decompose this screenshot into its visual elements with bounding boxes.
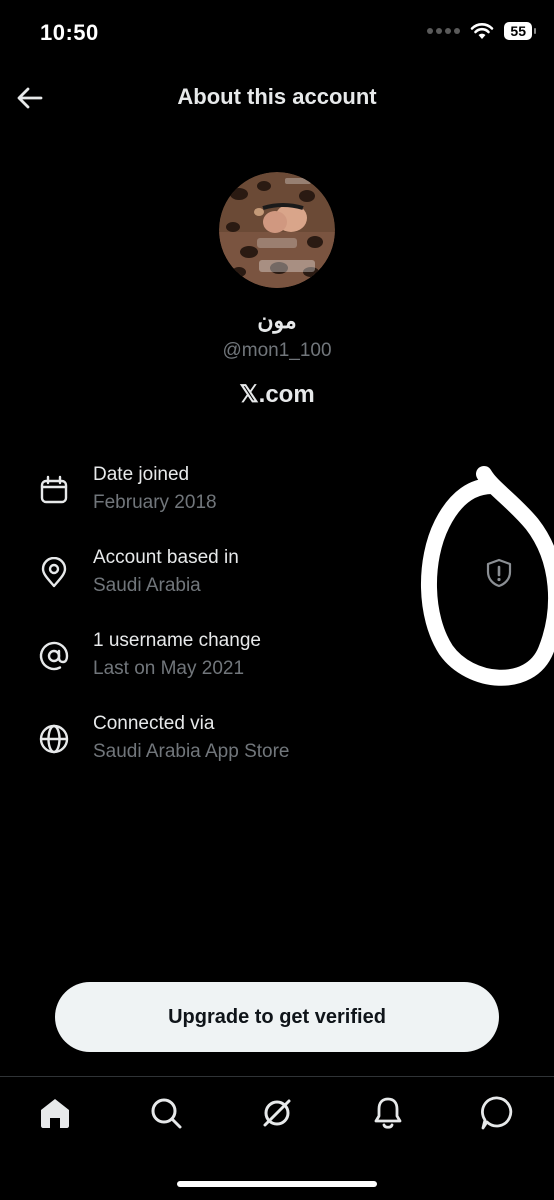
username: @mon1_100 <box>222 340 332 361</box>
grok-icon[interactable] <box>257 1093 297 1133</box>
location-pin-icon <box>41 557 67 588</box>
cellular-signal-icon <box>427 28 461 34</box>
info-title: Date joined <box>93 464 190 485</box>
status-bar: 10:50 55 <box>0 0 554 70</box>
avatar[interactable] <box>219 172 335 288</box>
notifications-icon[interactable] <box>368 1093 408 1133</box>
info-value: Saudi Arabia <box>93 575 201 596</box>
home-indicator <box>177 1181 377 1187</box>
site-label: 𝕏.com <box>239 381 315 408</box>
info-row-connected-via: Connected via Saudi Arabia App Store <box>0 709 554 779</box>
calendar-icon <box>40 475 68 504</box>
status-icons: 55 <box>427 22 536 40</box>
battery-indicator: 55 <box>504 22 536 40</box>
shield-alert-icon[interactable] <box>484 557 514 589</box>
messages-icon[interactable] <box>478 1093 518 1133</box>
header: About this account <box>0 70 554 126</box>
info-row-account-based-in: Account based in Saudi Arabia <box>0 543 554 613</box>
wifi-icon <box>471 23 494 39</box>
info-title: Connected via <box>93 713 215 734</box>
at-sign-icon <box>39 641 69 671</box>
globe-icon <box>39 724 69 754</box>
info-title: 1 username change <box>93 630 261 651</box>
info-value: Saudi Arabia App Store <box>93 741 290 762</box>
upgrade-verified-button[interactable]: Upgrade to get verified <box>55 982 499 1052</box>
display-name: مون <box>257 308 297 333</box>
status-time: 10:50 <box>40 20 99 45</box>
info-value: February 2018 <box>93 492 217 513</box>
info-value: Last on May 2021 <box>93 658 245 679</box>
search-icon[interactable] <box>146 1093 186 1133</box>
home-icon[interactable] <box>35 1093 75 1133</box>
info-title: Account based in <box>93 547 239 568</box>
info-row-date-joined: Date joined February 2018 <box>0 460 554 530</box>
page-title: About this account <box>177 84 377 109</box>
info-row-username-change: 1 username change Last on May 2021 <box>0 626 554 696</box>
